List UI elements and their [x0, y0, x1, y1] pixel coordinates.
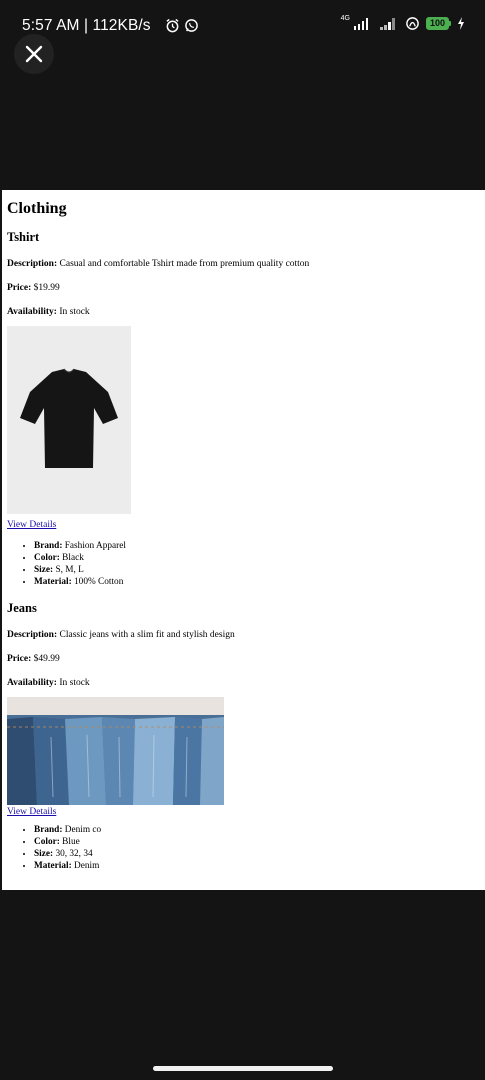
- signal-icon: [353, 17, 369, 30]
- charging-icon: [458, 17, 464, 30]
- product-description: Description: Casual and comfortable Tshi…: [7, 259, 310, 269]
- spec-item: Color: Blue: [34, 836, 480, 848]
- spec-item: Brand: Fashion Apparel: [34, 540, 480, 552]
- product-price: Price: $49.99: [7, 654, 60, 664]
- whatsapp-icon: [185, 19, 198, 32]
- product-specs: Brand: Denim co Color: Blue Size: 30, 32…: [7, 824, 480, 872]
- tshirt-image: [7, 326, 131, 514]
- signal-icon: [380, 17, 395, 30]
- status-notification-icons: [165, 18, 199, 33]
- product-availability: Availability: In stock: [7, 307, 90, 317]
- page-heading: Clothing: [7, 200, 67, 217]
- product-specs: Brand: Fashion Apparel Color: Black Size…: [7, 540, 480, 588]
- status-time: 5:57 AM | 112KB/s: [22, 17, 151, 34]
- alarm-icon: [166, 18, 179, 33]
- web-page: Clothing Tshirt Description: Casual and …: [2, 190, 485, 890]
- product-card-tshirt: Tshirt Description: Casual and comfortab…: [7, 230, 480, 588]
- jeans-image: [7, 697, 224, 805]
- product-title: Jeans: [7, 601, 37, 615]
- battery-level: 100: [425, 17, 449, 30]
- hotspot-icon: [406, 17, 419, 30]
- spec-item: Material: 100% Cotton: [34, 576, 480, 588]
- product-title: Tshirt: [7, 230, 40, 244]
- spec-item: Color: Black: [34, 552, 480, 564]
- battery-icon: 100: [425, 17, 451, 30]
- product-description: Description: Classic jeans with a slim f…: [7, 630, 235, 640]
- network-type: 4G: [340, 15, 350, 22]
- product-price: Price: $19.99: [7, 283, 60, 293]
- status-bar: 5:57 AM | 112KB/s 4G 100: [0, 0, 485, 56]
- close-button[interactable]: [14, 34, 54, 74]
- view-details-link[interactable]: View Details: [7, 520, 56, 530]
- spec-item: Size: S, M, L: [34, 564, 480, 576]
- spec-item: Size: 30, 32, 34: [34, 848, 480, 860]
- product-availability: Availability: In stock: [7, 678, 90, 688]
- status-system-icons: 4G 100: [340, 15, 465, 31]
- spec-item: Material: Denim: [34, 860, 480, 872]
- product-card-jeans: Jeans Description: Classic jeans with a …: [7, 601, 480, 872]
- close-icon: [25, 45, 43, 63]
- spec-item: Brand: Denim co: [34, 824, 480, 836]
- gesture-nav-bar[interactable]: [153, 1066, 333, 1071]
- view-details-link[interactable]: View Details: [7, 807, 480, 817]
